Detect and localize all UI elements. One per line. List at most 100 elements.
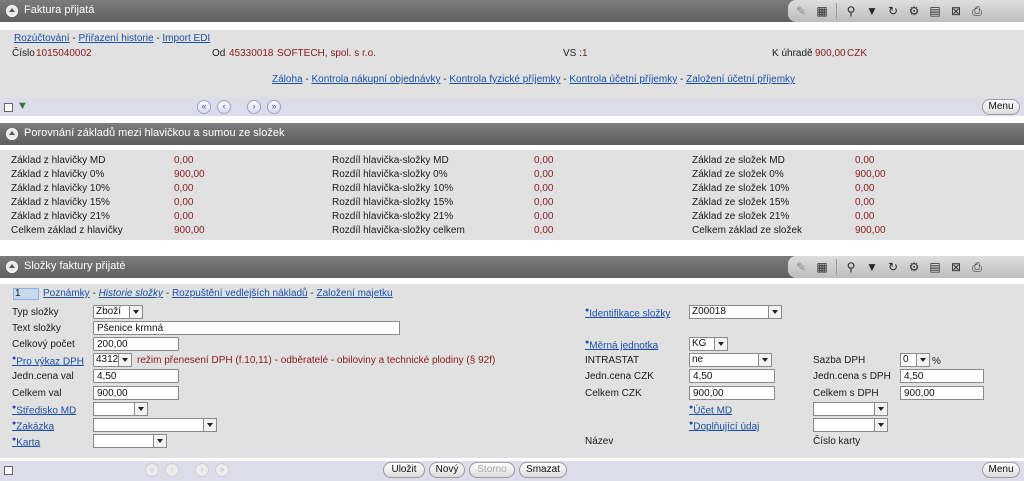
supplementary-info-link[interactable]: ●Doplňující údaj bbox=[689, 420, 759, 432]
next-record-button[interactable]: › bbox=[247, 100, 261, 114]
comparison-row-value: 900,00 bbox=[174, 225, 205, 236]
edit-icon[interactable]: ✎ bbox=[792, 259, 810, 275]
select-checkbox[interactable] bbox=[4, 103, 13, 112]
comparison-row-label: Rozdíl hlavička-složky 10% bbox=[332, 183, 454, 194]
excel-icon[interactable]: ⊠ bbox=[947, 3, 965, 19]
total-czk-input[interactable] bbox=[689, 386, 775, 400]
components-section-title: Složky faktury přijaté bbox=[24, 260, 126, 272]
new-button[interactable]: Nový bbox=[429, 462, 465, 478]
link-prirazeni-historie[interactable]: Přiřazení historie bbox=[78, 33, 153, 44]
link-poznamky[interactable]: Poznámky bbox=[43, 288, 90, 299]
chevron-down-icon bbox=[153, 435, 166, 447]
next-component-button[interactable]: › bbox=[195, 463, 209, 477]
component-text-input[interactable] bbox=[93, 321, 400, 335]
filter-icon[interactable]: ▼ bbox=[863, 3, 881, 19]
link-zaloha[interactable]: Záloha bbox=[272, 74, 303, 85]
last-component-button[interactable]: » bbox=[215, 463, 229, 477]
link-rozuctovani[interactable]: Rozúčtování bbox=[14, 33, 70, 44]
unit-link[interactable]: ●Měrná jednotka bbox=[585, 339, 658, 351]
name-label: Název bbox=[585, 436, 614, 447]
supplier-name-value: SOFTECH, spol. s r.o. bbox=[277, 48, 376, 59]
link-import-edi[interactable]: Import EDI bbox=[162, 33, 210, 44]
comparison-header-bar: Porovnání základů mezi hlavičkou a sumou… bbox=[0, 123, 1024, 145]
prev-record-button[interactable]: ‹ bbox=[217, 100, 231, 114]
intrastat-select[interactable]: ne bbox=[689, 353, 772, 367]
unit-price-input[interactable] bbox=[93, 369, 179, 383]
edit-icon[interactable]: ✎ bbox=[792, 3, 810, 19]
component-type-select[interactable]: Zboží bbox=[93, 305, 143, 319]
excel-icon[interactable]: ⊠ bbox=[947, 259, 965, 275]
table-icon[interactable]: ▦ bbox=[813, 3, 831, 19]
unit-price-czk-input[interactable] bbox=[689, 369, 775, 383]
cost-center-select[interactable] bbox=[93, 402, 148, 416]
link-historie-slozky[interactable]: Historie složky bbox=[99, 288, 163, 299]
link-kontrola-nakupni-objednavky[interactable]: Kontrola nákupní objednávky bbox=[311, 74, 440, 85]
total-value-input[interactable] bbox=[93, 386, 179, 400]
first-component-button[interactable]: « bbox=[145, 463, 159, 477]
vat-report-select[interactable]: 4312 bbox=[93, 353, 132, 367]
link-zalozeni-ucetni-prijemky[interactable]: Založení účetní příjemky bbox=[686, 74, 795, 85]
vat-rate-select[interactable]: 0 bbox=[900, 353, 930, 367]
link-kontrola-ucetni-prijemky[interactable]: Kontrola účetní příjemky bbox=[569, 74, 677, 85]
account-md-select[interactable] bbox=[813, 402, 888, 416]
order-link[interactable]: ●Zakázka bbox=[12, 420, 54, 432]
document-icon[interactable]: ▤ bbox=[926, 3, 944, 19]
save-button[interactable]: Uložit bbox=[383, 462, 425, 478]
vat-report-link[interactable]: ●Pro výkaz DPH bbox=[12, 355, 84, 367]
collapse-icon[interactable] bbox=[6, 5, 18, 17]
comparison-row-value: 0,00 bbox=[534, 211, 554, 222]
search-icon[interactable]: ⚲ bbox=[842, 259, 860, 275]
refresh-icon[interactable]: ↻ bbox=[884, 259, 902, 275]
prev-component-button[interactable]: ‹ bbox=[165, 463, 179, 477]
invoice-menu-button[interactable]: Menu bbox=[982, 99, 1020, 115]
invoice-number-value: 1015040002 bbox=[36, 48, 92, 59]
total-with-vat-label: Celkem s DPH bbox=[813, 388, 879, 399]
collapse-icon[interactable] bbox=[6, 261, 18, 273]
component-id-link[interactable]: ●Identifikace složky bbox=[585, 307, 670, 319]
comparison-row-label: Základ z hlavičky 15% bbox=[11, 197, 110, 208]
first-record-button[interactable]: « bbox=[197, 100, 211, 114]
account-md-link[interactable]: ●Účet MD bbox=[689, 404, 732, 416]
cost-center-link[interactable]: ●Středisko MD bbox=[12, 404, 76, 416]
component-id-select[interactable]: Z00018 bbox=[689, 305, 782, 319]
footer-select-checkbox[interactable] bbox=[4, 466, 13, 475]
card-link[interactable]: ●Karta bbox=[12, 436, 40, 448]
vat-rate-label: Sazba DPH bbox=[813, 355, 866, 366]
comparison-row-label: Rozdíl hlavička-složky celkem bbox=[332, 225, 465, 236]
link-kontrola-fyzicke-prijemky[interactable]: Kontrola fyzické příjemky bbox=[449, 74, 560, 85]
settings-icon[interactable]: ⚙ bbox=[905, 3, 923, 19]
comparison-row-value: 0,00 bbox=[855, 155, 875, 166]
last-record-button[interactable]: » bbox=[267, 100, 281, 114]
record-number-field[interactable]: 1 bbox=[13, 288, 39, 300]
cancel-button[interactable]: Storno bbox=[469, 462, 515, 478]
unit-price-with-vat-label: Jedn.cena s DPH bbox=[813, 371, 891, 382]
print-icon[interactable]: ⎙ bbox=[968, 3, 986, 19]
chevron-down-icon bbox=[134, 403, 147, 415]
components-toolbar: ✎ ▦ ⚲ ▼ ↻ ⚙ ▤ ⊠ ⎙ bbox=[788, 256, 1024, 278]
table-icon[interactable]: ▦ bbox=[813, 259, 831, 275]
print-icon[interactable]: ⎙ bbox=[968, 259, 986, 275]
filter-icon[interactable]: ▼ bbox=[863, 259, 881, 275]
total-count-input[interactable] bbox=[93, 337, 179, 351]
supplementary-info-select[interactable] bbox=[813, 418, 888, 432]
comparison-row-value: 0,00 bbox=[174, 183, 194, 194]
document-icon[interactable]: ▤ bbox=[926, 259, 944, 275]
total-with-vat-input[interactable] bbox=[900, 386, 984, 400]
link-rozpusteni-vedlejsich-nakladu[interactable]: Rozpuštění vedlejších nákladů bbox=[172, 288, 308, 299]
components-menu-button[interactable]: Menu bbox=[982, 462, 1020, 478]
comparison-row-value: 900,00 bbox=[855, 225, 886, 236]
card-select[interactable] bbox=[93, 434, 167, 448]
filter-check-icon[interactable]: ▼ bbox=[17, 100, 28, 112]
unit-select[interactable]: KG bbox=[689, 337, 728, 351]
unit-price-with-vat-input[interactable] bbox=[900, 369, 984, 383]
comparison-row-label: Celkem základ ze složek bbox=[692, 225, 803, 236]
collapse-icon[interactable] bbox=[6, 128, 18, 140]
to-pay-label: K úhradě bbox=[772, 48, 813, 59]
settings-icon[interactable]: ⚙ bbox=[905, 259, 923, 275]
search-icon[interactable]: ⚲ bbox=[842, 3, 860, 19]
link-zalozeni-majetku[interactable]: Založení majetku bbox=[316, 288, 392, 299]
delete-button[interactable]: Smazat bbox=[519, 462, 567, 478]
order-select[interactable] bbox=[93, 418, 217, 432]
refresh-icon[interactable]: ↻ bbox=[884, 3, 902, 19]
comparison-row-label: Základ ze složek MD bbox=[692, 155, 785, 166]
